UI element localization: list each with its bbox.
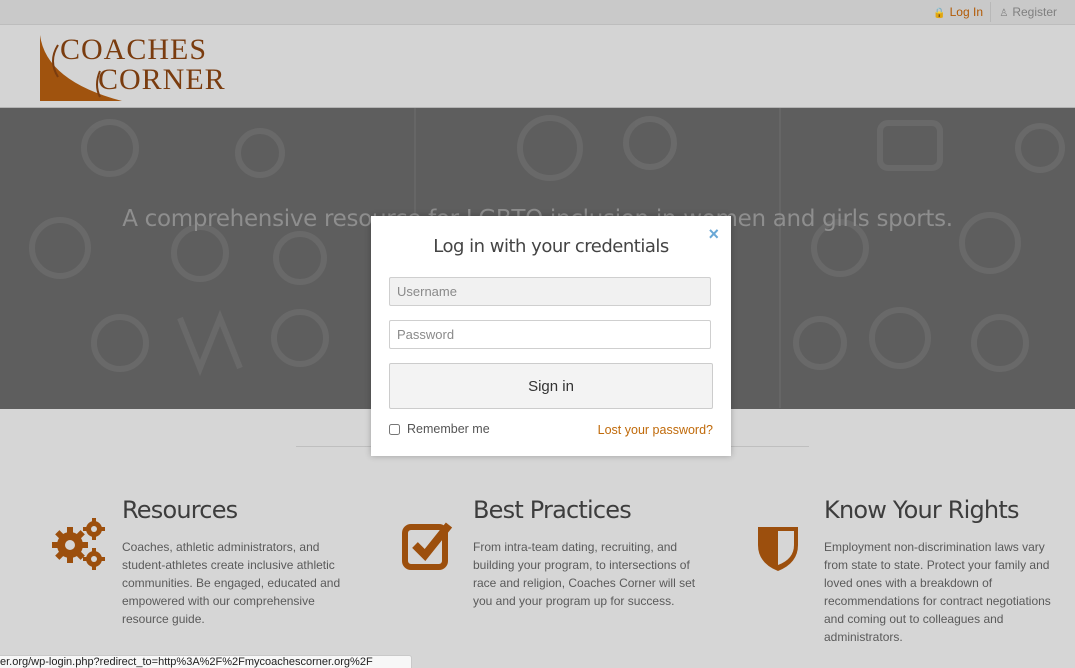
- feature-title: Resources: [122, 496, 238, 524]
- register-label: Register: [1012, 5, 1057, 19]
- shield-icon: [758, 527, 798, 571]
- feature-title: Best Practices: [473, 496, 632, 524]
- sign-in-button[interactable]: Sign in: [389, 363, 713, 409]
- top-utility-bar: 🔒 Log In ♙ Register: [0, 0, 1075, 25]
- feature-text: Coaches, athletic administrators, and st…: [122, 540, 341, 626]
- username-input[interactable]: [389, 277, 711, 306]
- site-logo[interactable]: COACHES CORNER: [38, 31, 225, 103]
- checkbox-icon: [402, 522, 453, 570]
- feature-text: Employment non-discrimination laws vary …: [824, 540, 1051, 644]
- lost-password-link[interactable]: Lost your password?: [598, 423, 713, 437]
- remember-me-label: Remember me: [407, 422, 490, 436]
- lock-icon: 🔒: [933, 8, 946, 19]
- feature-text: From intra-team dating, recruiting, and …: [473, 540, 696, 608]
- logo-word-corner: CORNER: [98, 63, 226, 96]
- site-header: COACHES CORNER: [0, 25, 1075, 108]
- remember-me[interactable]: Remember me: [389, 422, 490, 436]
- feature-title: Know Your Rights: [824, 496, 1019, 524]
- browser-status-url: er.org/wp-login.php?redirect_to=http%3A%…: [0, 655, 412, 668]
- remember-me-checkbox[interactable]: [389, 424, 400, 435]
- modal-title: Log in with your credentials: [433, 236, 669, 257]
- logo-word-coaches: COACHES: [60, 33, 208, 66]
- login-label: Log In: [949, 5, 983, 19]
- user-plus-icon: ♙: [999, 8, 1009, 19]
- register-link[interactable]: ♙ Register: [999, 5, 1057, 19]
- login-link[interactable]: 🔒 Log In: [933, 5, 983, 19]
- topbar-divider: [990, 2, 991, 22]
- login-modal: × Log in with your credentials Sign in R…: [371, 216, 731, 456]
- password-input[interactable]: [389, 320, 711, 349]
- gears-icon: [52, 518, 105, 570]
